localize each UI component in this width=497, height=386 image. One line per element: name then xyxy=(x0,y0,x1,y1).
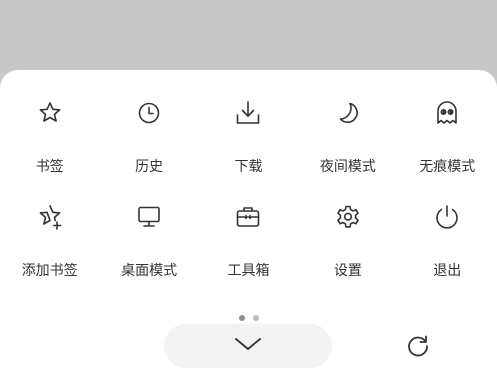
menu-item-downloads[interactable]: 下载 xyxy=(199,90,298,194)
menu-item-label: 设置 xyxy=(333,263,362,279)
page-indicator xyxy=(0,315,497,321)
menu-item-label: 添加书签 xyxy=(21,263,78,279)
page-dot-2[interactable] xyxy=(252,315,259,321)
power-icon xyxy=(432,202,462,232)
menu-item-add-bookmark[interactable]: 添加书签 xyxy=(0,194,99,298)
menu-item-label: 下载 xyxy=(234,159,263,175)
menu-item-label: 书签 xyxy=(35,159,64,175)
collapse-menu-button[interactable] xyxy=(164,324,332,368)
refresh-icon xyxy=(404,332,432,364)
ghost-icon xyxy=(432,98,462,128)
star-plus-icon xyxy=(35,202,65,232)
menu-item-label: 无痕模式 xyxy=(419,159,476,175)
menu-item-settings[interactable]: 设置 xyxy=(298,194,397,298)
menu-item-history[interactable]: 历史 xyxy=(99,90,198,194)
menu-item-incognito[interactable]: 无痕模式 xyxy=(398,90,497,194)
bottom-menu-sheet: 书签 历史 下载 夜间模式 无痕模式 添加书签 桌面模式 工具箱 设置 退出 xyxy=(0,70,497,386)
refresh-button[interactable] xyxy=(398,328,438,368)
menu-item-bookmarks[interactable]: 书签 xyxy=(0,90,99,194)
menu-item-label: 夜间模式 xyxy=(319,159,376,175)
menu-item-label: 工具箱 xyxy=(227,263,270,279)
menu-item-exit[interactable]: 退出 xyxy=(398,194,497,298)
download-icon xyxy=(233,98,263,128)
chevron-down-icon xyxy=(233,335,263,357)
menu-item-label: 退出 xyxy=(433,263,462,279)
monitor-icon xyxy=(134,202,164,232)
menu-grid: 书签 历史 下载 夜间模式 无痕模式 添加书签 桌面模式 工具箱 设置 退出 xyxy=(0,90,497,298)
clock-icon xyxy=(134,98,164,128)
star-icon xyxy=(35,98,65,128)
toolbox-icon xyxy=(233,202,263,232)
page-dot-1[interactable] xyxy=(238,315,245,321)
menu-item-desktop-mode[interactable]: 桌面模式 xyxy=(99,194,198,298)
menu-item-night-mode[interactable]: 夜间模式 xyxy=(298,90,397,194)
menu-item-label: 历史 xyxy=(135,159,164,175)
gear-icon xyxy=(333,202,363,232)
menu-item-label: 桌面模式 xyxy=(121,263,178,279)
moon-icon xyxy=(333,98,363,128)
menu-item-toolbox[interactable]: 工具箱 xyxy=(199,194,298,298)
